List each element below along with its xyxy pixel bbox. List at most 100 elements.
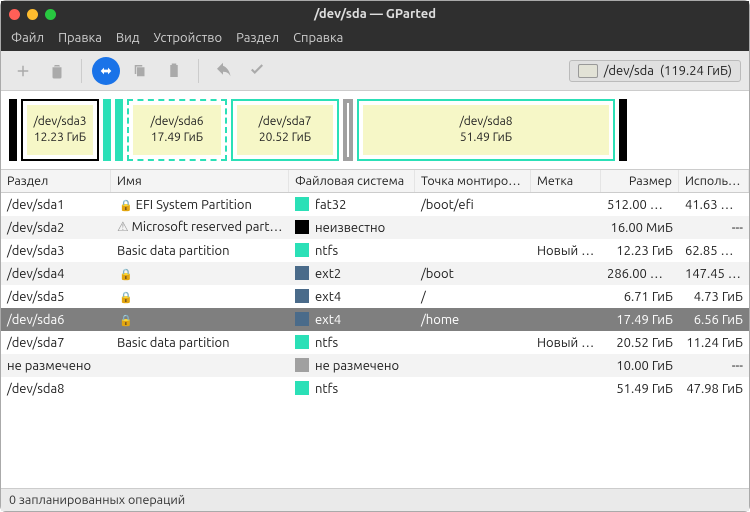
- cell-used: 41.63 МиБ: [679, 194, 749, 216]
- cell-size: 17.49 ГиБ: [601, 309, 679, 331]
- table-row[interactable]: /dev/sda6 🔒 ext4/home17.49 ГиБ6.56 ГиБ: [1, 308, 749, 331]
- viz-bar-sda8[interactable]: /dev/sda851.49 ГиБ: [357, 99, 615, 161]
- cell-filesystem: ntfs: [289, 239, 415, 262]
- table-row[interactable]: /dev/sda8 ntfs51.49 ГиБ47.98 ГиБ: [1, 377, 749, 400]
- device-name: /dev/sda: [604, 64, 654, 78]
- cell-partition: /dev/sda8: [1, 378, 111, 400]
- viz-bar-sda5[interactable]: [115, 99, 123, 161]
- cell-name: 🔒: [111, 309, 289, 331]
- maximize-icon[interactable]: [45, 9, 56, 20]
- cell-name: [111, 362, 289, 370]
- col-name[interactable]: Имя: [111, 170, 289, 192]
- fs-color-swatch: [295, 197, 309, 211]
- status-bar: 0 запланированных операций: [1, 488, 749, 511]
- table-row[interactable]: /dev/sda2 ⚠ Microsoft reserved partition…: [1, 216, 749, 239]
- col-mountpoint[interactable]: Точка монтирования: [415, 170, 531, 192]
- table-row[interactable]: /dev/sda7 Basic data partitionntfsНовый …: [1, 331, 749, 354]
- col-used[interactable]: Использовано: [679, 170, 749, 192]
- cell-name: Basic data partition: [111, 332, 289, 354]
- titlebar: /dev/sda — GParted: [1, 1, 749, 27]
- fs-color-swatch: [295, 335, 309, 349]
- cell-size: 51.49 ГиБ: [601, 378, 679, 400]
- device-size: (119.24 ГиБ): [660, 64, 732, 78]
- separator: [198, 59, 199, 83]
- fs-color-swatch: [295, 358, 309, 372]
- menu-help[interactable]: Справка: [293, 31, 343, 45]
- table-row[interactable]: /dev/sda4 🔒 ext2/boot286.00 МиБ147.45 Ми…: [1, 262, 749, 285]
- col-partition[interactable]: Раздел: [1, 170, 111, 192]
- new-partition-button: [9, 57, 37, 85]
- lock-icon: 🔒: [119, 269, 133, 281]
- delete-button: [43, 57, 71, 85]
- cell-filesystem: неизвестно: [289, 216, 415, 239]
- close-icon[interactable]: [9, 9, 20, 20]
- fs-color-swatch: [295, 243, 309, 257]
- cell-partition: /dev/sda5: [1, 286, 111, 308]
- cell-filesystem: ext4: [289, 308, 415, 331]
- cell-size: 286.00 МиБ: [601, 263, 679, 285]
- menu-partition[interactable]: Раздел: [236, 31, 279, 45]
- cell-used: 147.45 МиБ: [679, 263, 749, 285]
- cell-name: 🔒: [111, 286, 289, 308]
- cell-filesystem: не размечено: [289, 354, 415, 377]
- cell-partition: /dev/sda2: [1, 217, 111, 239]
- minimize-icon[interactable]: [27, 9, 38, 20]
- fs-color-swatch: [295, 266, 309, 280]
- cell-partition: не размечено: [1, 355, 111, 377]
- table-row[interactable]: /dev/sda1 🔒 EFI System Partitionfat32/bo…: [1, 193, 749, 216]
- viz-bar-sda7[interactable]: /dev/sda720.52 ГиБ: [231, 99, 339, 161]
- viz-bar-sda2[interactable]: [619, 99, 627, 161]
- viz-bar-unalloc[interactable]: [343, 99, 353, 161]
- cell-mount: /boot: [415, 263, 531, 285]
- menu-file[interactable]: Файл: [11, 31, 44, 45]
- cell-partition: /dev/sda1: [1, 194, 111, 216]
- table-row[interactable]: /dev/sda3 Basic data partitionntfsНовый …: [1, 239, 749, 262]
- lock-icon: 🔒: [119, 292, 133, 304]
- menu-view[interactable]: Вид: [116, 31, 140, 45]
- fs-color-swatch: [295, 381, 309, 395]
- undo-button: [209, 57, 237, 85]
- copy-button: [126, 57, 154, 85]
- cell-label: [531, 201, 601, 209]
- cell-label: Новый том: [531, 240, 601, 262]
- viz-bar-sda4[interactable]: [103, 99, 111, 161]
- cell-mount: /: [415, 286, 531, 308]
- partition-visualization[interactable]: /dev/sda312.23 ГиБ/dev/sda617.49 ГиБ/dev…: [1, 91, 749, 169]
- fs-color-swatch: [295, 289, 309, 303]
- cell-used: 62.85 МиБ: [679, 240, 749, 262]
- cell-used: 4.73 ГиБ: [679, 286, 749, 308]
- cell-mount: [415, 224, 531, 232]
- cell-size: 12.23 ГиБ: [601, 240, 679, 262]
- cell-partition: /dev/sda4: [1, 263, 111, 285]
- viz-bar-sda1[interactable]: [9, 99, 17, 161]
- cell-label: [531, 362, 601, 370]
- cell-used: 47.98 ГиБ: [679, 378, 749, 400]
- paste-button: [160, 57, 188, 85]
- col-size[interactable]: Размер: [601, 170, 679, 192]
- cell-label: [531, 224, 601, 232]
- cell-size: 16.00 МиБ: [601, 217, 679, 239]
- cell-filesystem: fat32: [289, 193, 415, 216]
- col-filesystem[interactable]: Файловая система: [289, 170, 415, 192]
- menu-edit[interactable]: Правка: [58, 31, 102, 45]
- viz-bar-sda3[interactable]: /dev/sda312.23 ГиБ: [21, 99, 99, 161]
- cell-used: 11.24 ГиБ: [679, 332, 749, 354]
- menu-device[interactable]: Устройство: [153, 31, 222, 45]
- table-row[interactable]: не размечено не размечено10.00 ГиБ---: [1, 354, 749, 377]
- cell-label: [531, 270, 601, 278]
- resize-move-button[interactable]: [92, 57, 120, 85]
- col-label[interactable]: Метка: [531, 170, 601, 192]
- viz-bar-sda6[interactable]: /dev/sda617.49 ГиБ: [127, 99, 227, 161]
- cell-used: ---: [679, 217, 749, 239]
- cell-name: ⚠ Microsoft reserved partition: [111, 216, 289, 239]
- partition-table: /dev/sda1 🔒 EFI System Partitionfat32/bo…: [1, 193, 749, 488]
- warning-icon: ⚠: [117, 220, 129, 234]
- table-row[interactable]: /dev/sda5 🔒 ext4/6.71 ГиБ4.73 ГиБ: [1, 285, 749, 308]
- lock-icon: 🔒: [119, 200, 133, 212]
- fs-color-swatch: [295, 312, 309, 326]
- toolbar: /dev/sda (119.24 ГиБ): [1, 51, 749, 91]
- device-selector[interactable]: /dev/sda (119.24 ГиБ): [569, 60, 741, 82]
- cell-name: 🔒: [111, 263, 289, 285]
- table-header: Раздел Имя Файловая система Точка монтир…: [1, 169, 749, 193]
- cell-name: 🔒 EFI System Partition: [111, 194, 289, 216]
